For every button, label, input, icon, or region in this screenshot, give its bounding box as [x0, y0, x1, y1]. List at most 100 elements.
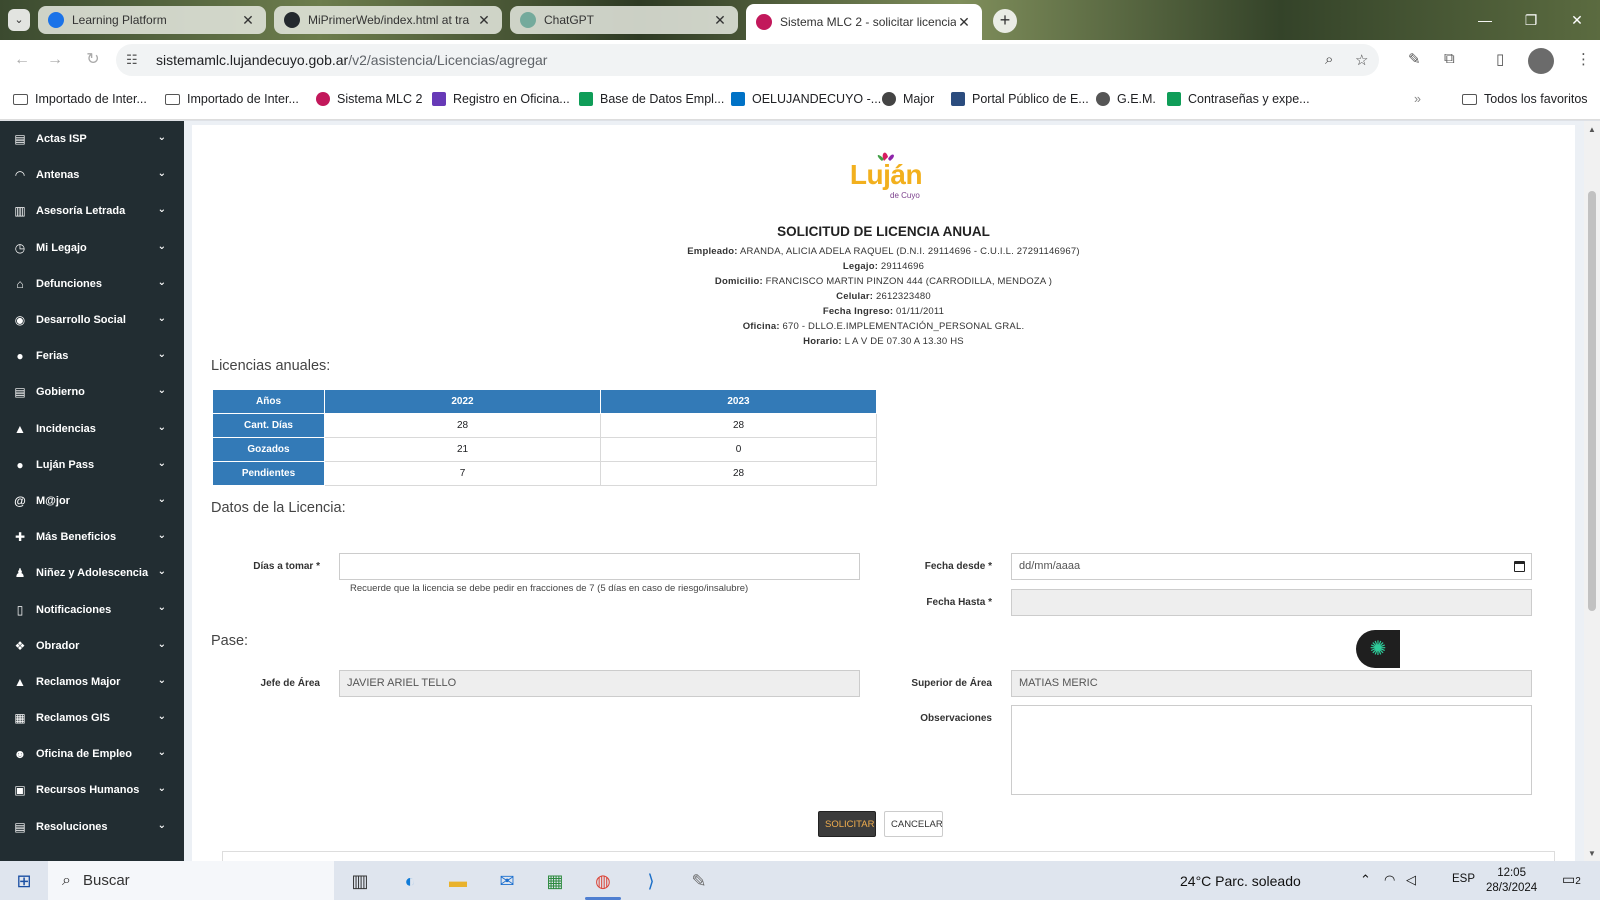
- more-bookmarks-icon[interactable]: »: [1414, 92, 1421, 106]
- tab-learning-platform[interactable]: Learning Platform ✕: [38, 6, 266, 34]
- chrome-icon[interactable]: ◍: [591, 869, 615, 893]
- chatgpt-float-icon[interactable]: ✺: [1356, 630, 1400, 668]
- notification-center-icon[interactable]: ▭2: [1562, 871, 1581, 888]
- solicitar-button[interactable]: SOLICITAR: [818, 811, 876, 837]
- all-bookmarks-button[interactable]: Todos los favoritos: [1462, 92, 1588, 106]
- minimize-icon[interactable]: —: [1462, 0, 1508, 40]
- volume-icon[interactable]: ◁: [1406, 872, 1416, 888]
- scrollbar-thumb[interactable]: [1588, 191, 1596, 611]
- sidebar-item-incidencias[interactable]: ▲ Incidencias ⌄: [0, 411, 184, 447]
- sidebar-item-ferias[interactable]: ● Ferias ⌄: [0, 338, 184, 374]
- bookmark-item[interactable]: Sistema MLC 2: [316, 92, 422, 106]
- tab-github[interactable]: MiPrimerWeb/index.html at tra ✕: [274, 6, 502, 34]
- task-view-icon[interactable]: ▥: [348, 869, 372, 893]
- page-scrollbar[interactable]: ▲ ▼: [1584, 121, 1600, 861]
- bookmark-item[interactable]: G.E.M.: [1096, 92, 1156, 106]
- tab-chatgpt[interactable]: ChatGPT ✕: [510, 6, 738, 34]
- sidebar-item-major[interactable]: @ M@jor ⌄: [0, 483, 184, 519]
- mail-icon[interactable]: ✉: [495, 869, 519, 893]
- menu-icon[interactable]: ⋮: [1576, 50, 1591, 68]
- restore-icon[interactable]: ❐: [1508, 0, 1554, 40]
- site-settings-icon[interactable]: ☷: [126, 52, 138, 68]
- weather-text[interactable]: 24°C Parc. soleado: [1180, 873, 1301, 889]
- sidebar-item-lujan-pass[interactable]: ● Luján Pass ⌄: [0, 447, 184, 483]
- bookmark-item[interactable]: Importado de Inter...: [165, 92, 299, 106]
- tab-search-chevron-icon[interactable]: ⌄: [8, 9, 30, 31]
- sidebar-item-obrador[interactable]: ❖ Obrador ⌄: [0, 628, 184, 664]
- tab-sistema-mlc[interactable]: Sistema MLC 2 - solicitar licencia ✕: [746, 4, 982, 40]
- wifi-icon[interactable]: ◠: [1384, 872, 1395, 888]
- bookmark-item[interactable]: OELUJANDECUYO -...: [731, 92, 881, 106]
- forward-icon[interactable]: →: [42, 48, 68, 72]
- bookmark-item[interactable]: Portal Público de E...: [951, 92, 1089, 106]
- store-icon[interactable]: ▦: [543, 869, 567, 893]
- jefe-input[interactable]: JAVIER ARIEL TELLO: [339, 670, 860, 697]
- eyedropper-icon[interactable]: ✎: [1408, 50, 1421, 68]
- superior-input[interactable]: MATIAS MERIC: [1011, 670, 1532, 697]
- chevron-down-icon: ⌄: [157, 385, 166, 397]
- extensions-icon[interactable]: ⧉: [1444, 50, 1455, 67]
- file-explorer-icon[interactable]: ▬: [446, 869, 470, 893]
- bookmark-item[interactable]: Contraseñas y expe...: [1167, 92, 1310, 106]
- sidebar-item-recursos-humanos[interactable]: ▣ Recursos Humanos ⌄: [0, 772, 184, 808]
- sidebar-item-desarrollo-social[interactable]: ◉ Desarrollo Social ⌄: [0, 302, 184, 338]
- bookmark-item[interactable]: Major: [882, 92, 934, 106]
- fecha-hasta-input[interactable]: [1011, 589, 1532, 616]
- sidebar-item-label: Más Beneficios: [36, 531, 117, 544]
- sidebar-item-label: Obrador: [36, 639, 80, 652]
- sidebar-item-reclamos-gis[interactable]: ▦ Reclamos GIS ⌄: [0, 700, 184, 736]
- sidebar-item-label: Antenas: [36, 169, 80, 182]
- language-indicator[interactable]: ESP: [1452, 873, 1475, 885]
- sidebar-item-oficina-empleo[interactable]: ☻ Oficina de Empleo ⌄: [0, 736, 184, 772]
- sidebar-item-gobierno[interactable]: ▤ Gobierno ⌄: [0, 374, 184, 410]
- info-label: Legajo:: [842, 261, 879, 272]
- url-text[interactable]: sistemamlc.lujandecuyo.gob.ar/v2/asisten…: [156, 52, 547, 68]
- bookmark-item[interactable]: Registro en Oficina...: [432, 92, 570, 106]
- bookmark-item[interactable]: Base de Datos Empl...: [579, 92, 724, 106]
- close-icon[interactable]: ✕: [240, 12, 256, 29]
- sidebar-item-reclamos-major[interactable]: ▲ Reclamos Major ⌄: [0, 664, 184, 700]
- table-cell: 21: [324, 437, 601, 462]
- back-icon[interactable]: ←: [9, 48, 35, 72]
- scroll-down-icon[interactable]: ▼: [1588, 849, 1596, 858]
- observaciones-textarea[interactable]: [1011, 705, 1532, 795]
- address-bar[interactable]: ☷ sistemamlc.lujandecuyo.gob.ar/v2/asist…: [116, 44, 1379, 76]
- sidebar-item-label: Ferias: [36, 350, 69, 363]
- new-tab-button[interactable]: +: [993, 9, 1017, 33]
- dias-input[interactable]: [339, 553, 860, 580]
- bookmark-star-icon[interactable]: ☆: [1355, 51, 1368, 69]
- sidebar-item-actas-isp[interactable]: ▤ Actas ISP ⌄: [0, 121, 184, 157]
- reload-icon[interactable]: ↻: [80, 48, 106, 72]
- calendar-icon[interactable]: [1514, 561, 1525, 572]
- close-icon[interactable]: ✕: [956, 14, 972, 31]
- fecha-desde-input[interactable]: dd/mm/aaaa: [1011, 553, 1532, 580]
- tray-chevron-icon[interactable]: ⌃: [1360, 872, 1371, 888]
- taskbar-clock[interactable]: 12:05 28/3/2024: [1486, 866, 1537, 896]
- close-icon[interactable]: ✕: [712, 12, 728, 29]
- sidebar-item-ninez[interactable]: ♟ Niñez y Adolescencia ⌄: [0, 555, 184, 591]
- sidebar-item-resoluciones[interactable]: ▤ Resoluciones ⌄: [0, 809, 184, 845]
- sidebar-item-antenas[interactable]: ◠ Antenas ⌄: [0, 157, 184, 193]
- sidebar-item-notificaciones[interactable]: ▯ Notificaciones ⌄: [0, 591, 184, 627]
- cancelar-button[interactable]: CANCELAR: [884, 811, 943, 837]
- window-close-icon[interactable]: ✕: [1554, 0, 1600, 40]
- bookmark-item[interactable]: Importado de Inter...: [13, 92, 147, 106]
- mlc-icon: [316, 92, 330, 106]
- sidebar-item-mi-legajo[interactable]: ◷ Mi Legajo ⌄: [0, 230, 184, 266]
- profile-avatar[interactable]: [1528, 48, 1554, 74]
- bookmark-label: Registro en Oficina...: [453, 92, 570, 106]
- bookmark-label: Portal Público de E...: [972, 92, 1089, 106]
- paint-icon[interactable]: ✎: [687, 869, 711, 893]
- sidebar-item-mas-beneficios[interactable]: ✚ Más Beneficios ⌄: [0, 519, 184, 555]
- close-icon[interactable]: ✕: [476, 12, 492, 29]
- side-panel-icon[interactable]: ▯: [1496, 50, 1504, 68]
- sidebar-item-defunciones[interactable]: ⌂ Defunciones ⌄: [0, 266, 184, 302]
- windows-start-icon[interactable]: ⊞: [12, 869, 36, 893]
- zoom-icon[interactable]: ⌕: [1325, 51, 1333, 68]
- sidebar-item-asesoria-letrada[interactable]: ▥ Asesoría Letrada ⌄: [0, 193, 184, 229]
- scroll-up-icon[interactable]: ▲: [1588, 125, 1596, 134]
- edge-icon[interactable]: ◐: [398, 869, 422, 893]
- vscode-icon[interactable]: ⟩: [639, 869, 663, 893]
- taskbar-search[interactable]: ⌕ Buscar: [48, 861, 334, 900]
- bookmarks-bar: Importado de Inter... Importado de Inter…: [0, 80, 1600, 120]
